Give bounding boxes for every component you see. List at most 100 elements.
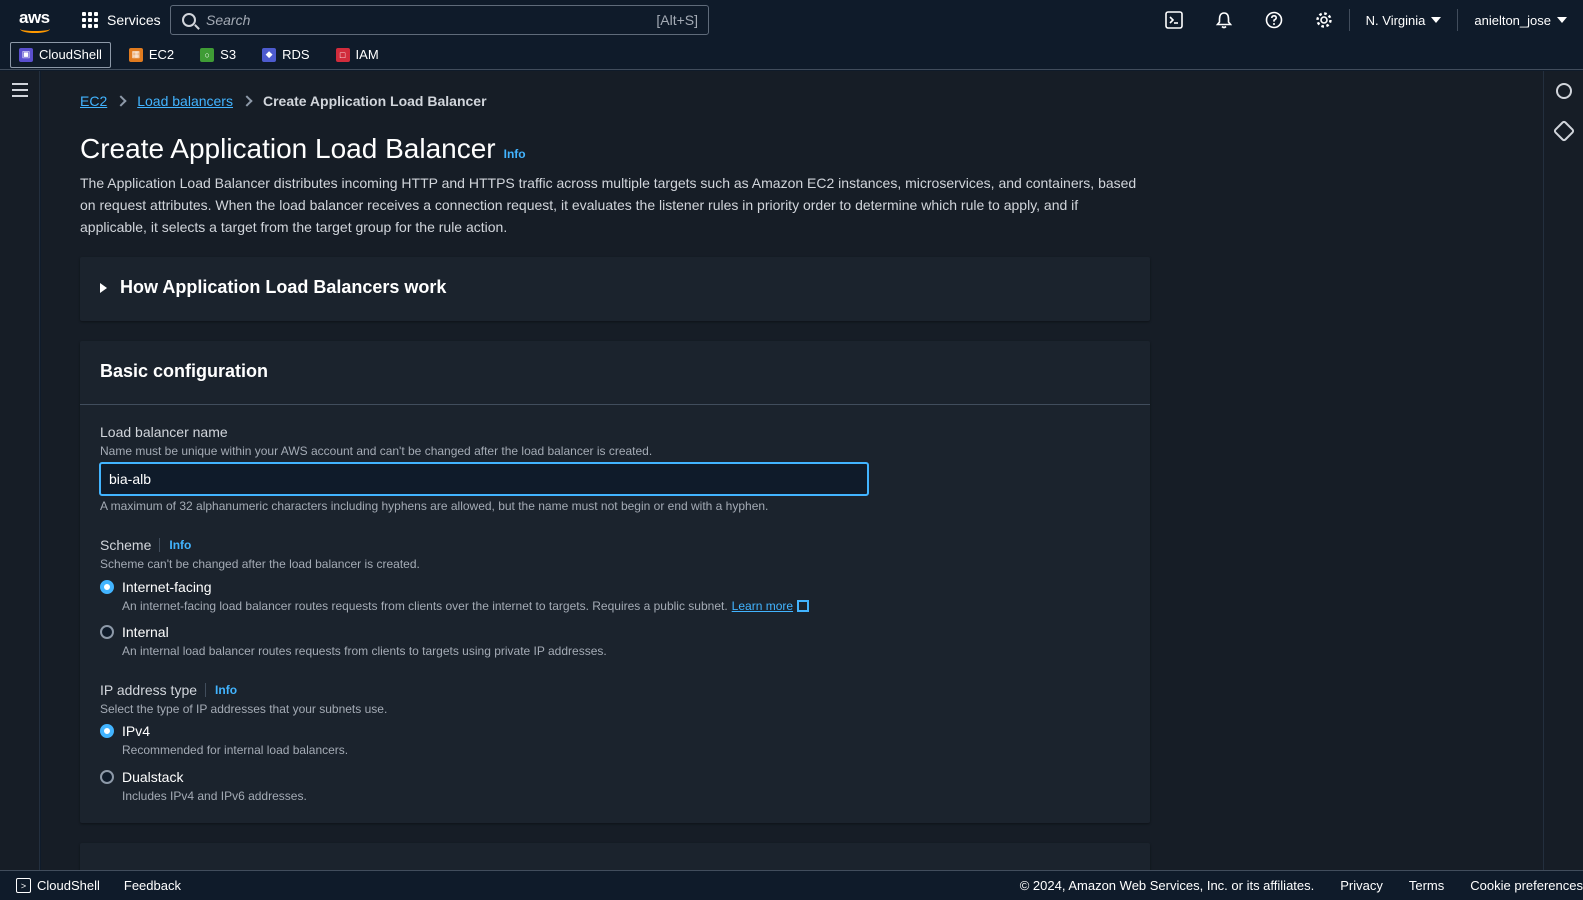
radio-selected-icon[interactable] — [100, 580, 114, 594]
main-content: EC2 Load balancers Create Application Lo… — [41, 71, 1543, 873]
scheme-description: Scheme can't be changed after the load b… — [100, 557, 420, 571]
favorite-ec2[interactable]: ▦ EC2 — [121, 42, 182, 68]
aws-smile-icon — [20, 25, 50, 33]
favorites-bar: ▣ CloudShell ▦ EC2 ○ S3 ◆ RDS □ IAM — [0, 40, 1583, 70]
breadcrumb: EC2 Load balancers Create Application Lo… — [80, 93, 487, 109]
favorite-s3[interactable]: ○ S3 — [192, 42, 244, 68]
panel-header: Basic configuration — [80, 341, 1150, 405]
basic-configuration-title: Basic configuration — [100, 361, 269, 381]
breadcrumb-ec2[interactable]: EC2 — [80, 93, 107, 109]
how-it-works-expandable[interactable]: How Application Load Balancers work — [80, 257, 1150, 321]
radio-unselected-icon[interactable] — [100, 770, 114, 784]
favorite-label: IAM — [355, 47, 379, 62]
settings-gear-icon[interactable] — [1299, 0, 1349, 40]
info-panel-icon[interactable] — [1556, 83, 1572, 99]
account-menu[interactable]: anielton_jose — [1458, 13, 1583, 28]
search-input[interactable] — [206, 12, 626, 28]
cloudshell-icon[interactable] — [1149, 0, 1199, 40]
services-menu-button[interactable]: Services — [82, 12, 161, 28]
next-section-panel — [80, 843, 1150, 873]
basic-configuration-panel: Basic configuration Load balancer name N… — [80, 341, 1150, 823]
caret-right-icon — [100, 283, 107, 293]
internal-description: An internal load balancer routes request… — [122, 644, 607, 658]
page-description: The Application Load Balancer distribute… — [80, 175, 1137, 235]
radio-selected-icon[interactable] — [100, 724, 114, 738]
ip-dualstack-radio[interactable]: Dualstack — [100, 769, 183, 785]
grid-icon — [82, 12, 98, 28]
footer-right-links: © 2024, Amazon Web Services, Inc. or its… — [1020, 878, 1583, 893]
footer-terms-link[interactable]: Terms — [1409, 878, 1444, 893]
help-panel-icon[interactable] — [1552, 119, 1576, 143]
ec2-service-icon: ▦ — [128, 47, 143, 62]
radio-description-text: Recommended for internal load balancers. — [122, 743, 349, 757]
footer-cookie-preferences-link[interactable]: Cookie preferences — [1470, 878, 1583, 893]
favorite-label: RDS — [282, 47, 310, 62]
ip-ipv4-radio[interactable]: IPv4 — [100, 723, 150, 739]
nav-right-group: N. Virginia anielton_jose — [1149, 0, 1583, 40]
iam-service-icon: □ — [335, 47, 350, 62]
radio-description-text: Includes IPv4 and IPv6 addresses. — [122, 789, 307, 803]
menu-hamburger-icon[interactable] — [12, 83, 28, 101]
account-name: anielton_jose — [1474, 12, 1551, 28]
lb-name-constraint: A maximum of 32 alphanumeric characters … — [100, 499, 769, 513]
s3-service-icon: ○ — [200, 47, 215, 62]
external-link-icon — [797, 600, 810, 612]
ip-type-label: IP address type — [100, 682, 198, 698]
radio-description-text: An internet-facing load balancer routes … — [122, 599, 728, 613]
chevron-right-icon — [115, 95, 127, 107]
favorite-rds[interactable]: ◆ RDS — [254, 42, 317, 68]
footer-cloudshell-button[interactable]: > CloudShell — [16, 878, 100, 893]
lb-name-label: Load balancer name — [100, 424, 228, 440]
search-bar[interactable]: [Alt+S] — [170, 5, 709, 35]
tools-rail — [1543, 71, 1583, 870]
ip-type-description: Select the type of IP addresses that you… — [100, 702, 388, 716]
region-selector[interactable]: N. Virginia — [1350, 13, 1458, 28]
chevron-right-icon — [241, 95, 253, 107]
favorite-cloudshell[interactable]: ▣ CloudShell — [10, 41, 111, 68]
breadcrumb-load-balancers[interactable]: Load balancers — [137, 93, 233, 109]
favorite-label: S3 — [220, 47, 237, 62]
radio-label: Internal — [122, 624, 169, 640]
rds-service-icon: ◆ — [262, 47, 277, 62]
radio-label: IPv4 — [122, 723, 151, 739]
favorite-label: CloudShell — [39, 47, 102, 62]
scheme-label-row: Scheme Info — [100, 537, 191, 553]
top-navigation: aws Services [Alt+S] N. Virginia — [0, 0, 1583, 40]
dualstack-description: Includes IPv4 and IPv6 addresses. — [122, 789, 307, 803]
lb-name-input[interactable] — [99, 462, 869, 496]
radio-label: Dualstack — [122, 769, 184, 785]
aws-logo[interactable]: aws — [18, 7, 52, 33]
internet-facing-description: An internet-facing load balancer routes … — [122, 599, 810, 613]
terminal-icon: > — [16, 878, 31, 893]
footer: > CloudShell Feedback © 2024, Amazon Web… — [0, 870, 1583, 900]
scheme-internet-facing-radio[interactable]: Internet-facing — [100, 579, 212, 595]
how-it-works-title: How Application Load Balancers work — [120, 277, 447, 297]
radio-unselected-icon[interactable] — [100, 625, 114, 639]
search-icon — [182, 13, 196, 27]
lb-name-description: Name must be unique within your AWS acco… — [100, 444, 653, 458]
title-info-link[interactable]: Info — [504, 147, 526, 161]
side-navigation-rail — [0, 71, 40, 870]
search-shortcut-hint: [Alt+S] — [656, 12, 698, 28]
radio-label: Internet-facing — [122, 579, 212, 595]
scheme-label: Scheme — [100, 537, 152, 553]
favorite-iam[interactable]: □ IAM — [328, 42, 387, 68]
ipv4-description: Recommended for internal load balancers. — [122, 743, 348, 757]
services-label: Services — [107, 12, 161, 28]
footer-privacy-link[interactable]: Privacy — [1340, 878, 1383, 893]
notifications-bell-icon[interactable] — [1199, 0, 1249, 40]
scheme-internal-radio[interactable]: Internal — [100, 624, 169, 640]
radio-description-text: An internal load balancer routes request… — [122, 644, 607, 658]
caret-down-icon — [1431, 17, 1442, 23]
caret-down-icon — [1557, 17, 1567, 23]
footer-copyright: © 2024, Amazon Web Services, Inc. or its… — [1019, 878, 1315, 893]
ip-type-label-row: IP address type Info — [100, 682, 237, 698]
ip-type-info-link[interactable]: Info — [205, 683, 237, 697]
learn-more-link[interactable]: Learn more — [732, 599, 793, 613]
help-icon[interactable] — [1249, 0, 1299, 40]
scheme-info-link[interactable]: Info — [159, 538, 191, 552]
page-title-text: Create Application Load Balancer — [80, 133, 496, 164]
breadcrumb-current: Create Application Load Balancer — [262, 93, 487, 109]
cloudshell-service-icon: ▣ — [19, 47, 33, 62]
footer-feedback-link[interactable]: Feedback — [124, 878, 181, 893]
